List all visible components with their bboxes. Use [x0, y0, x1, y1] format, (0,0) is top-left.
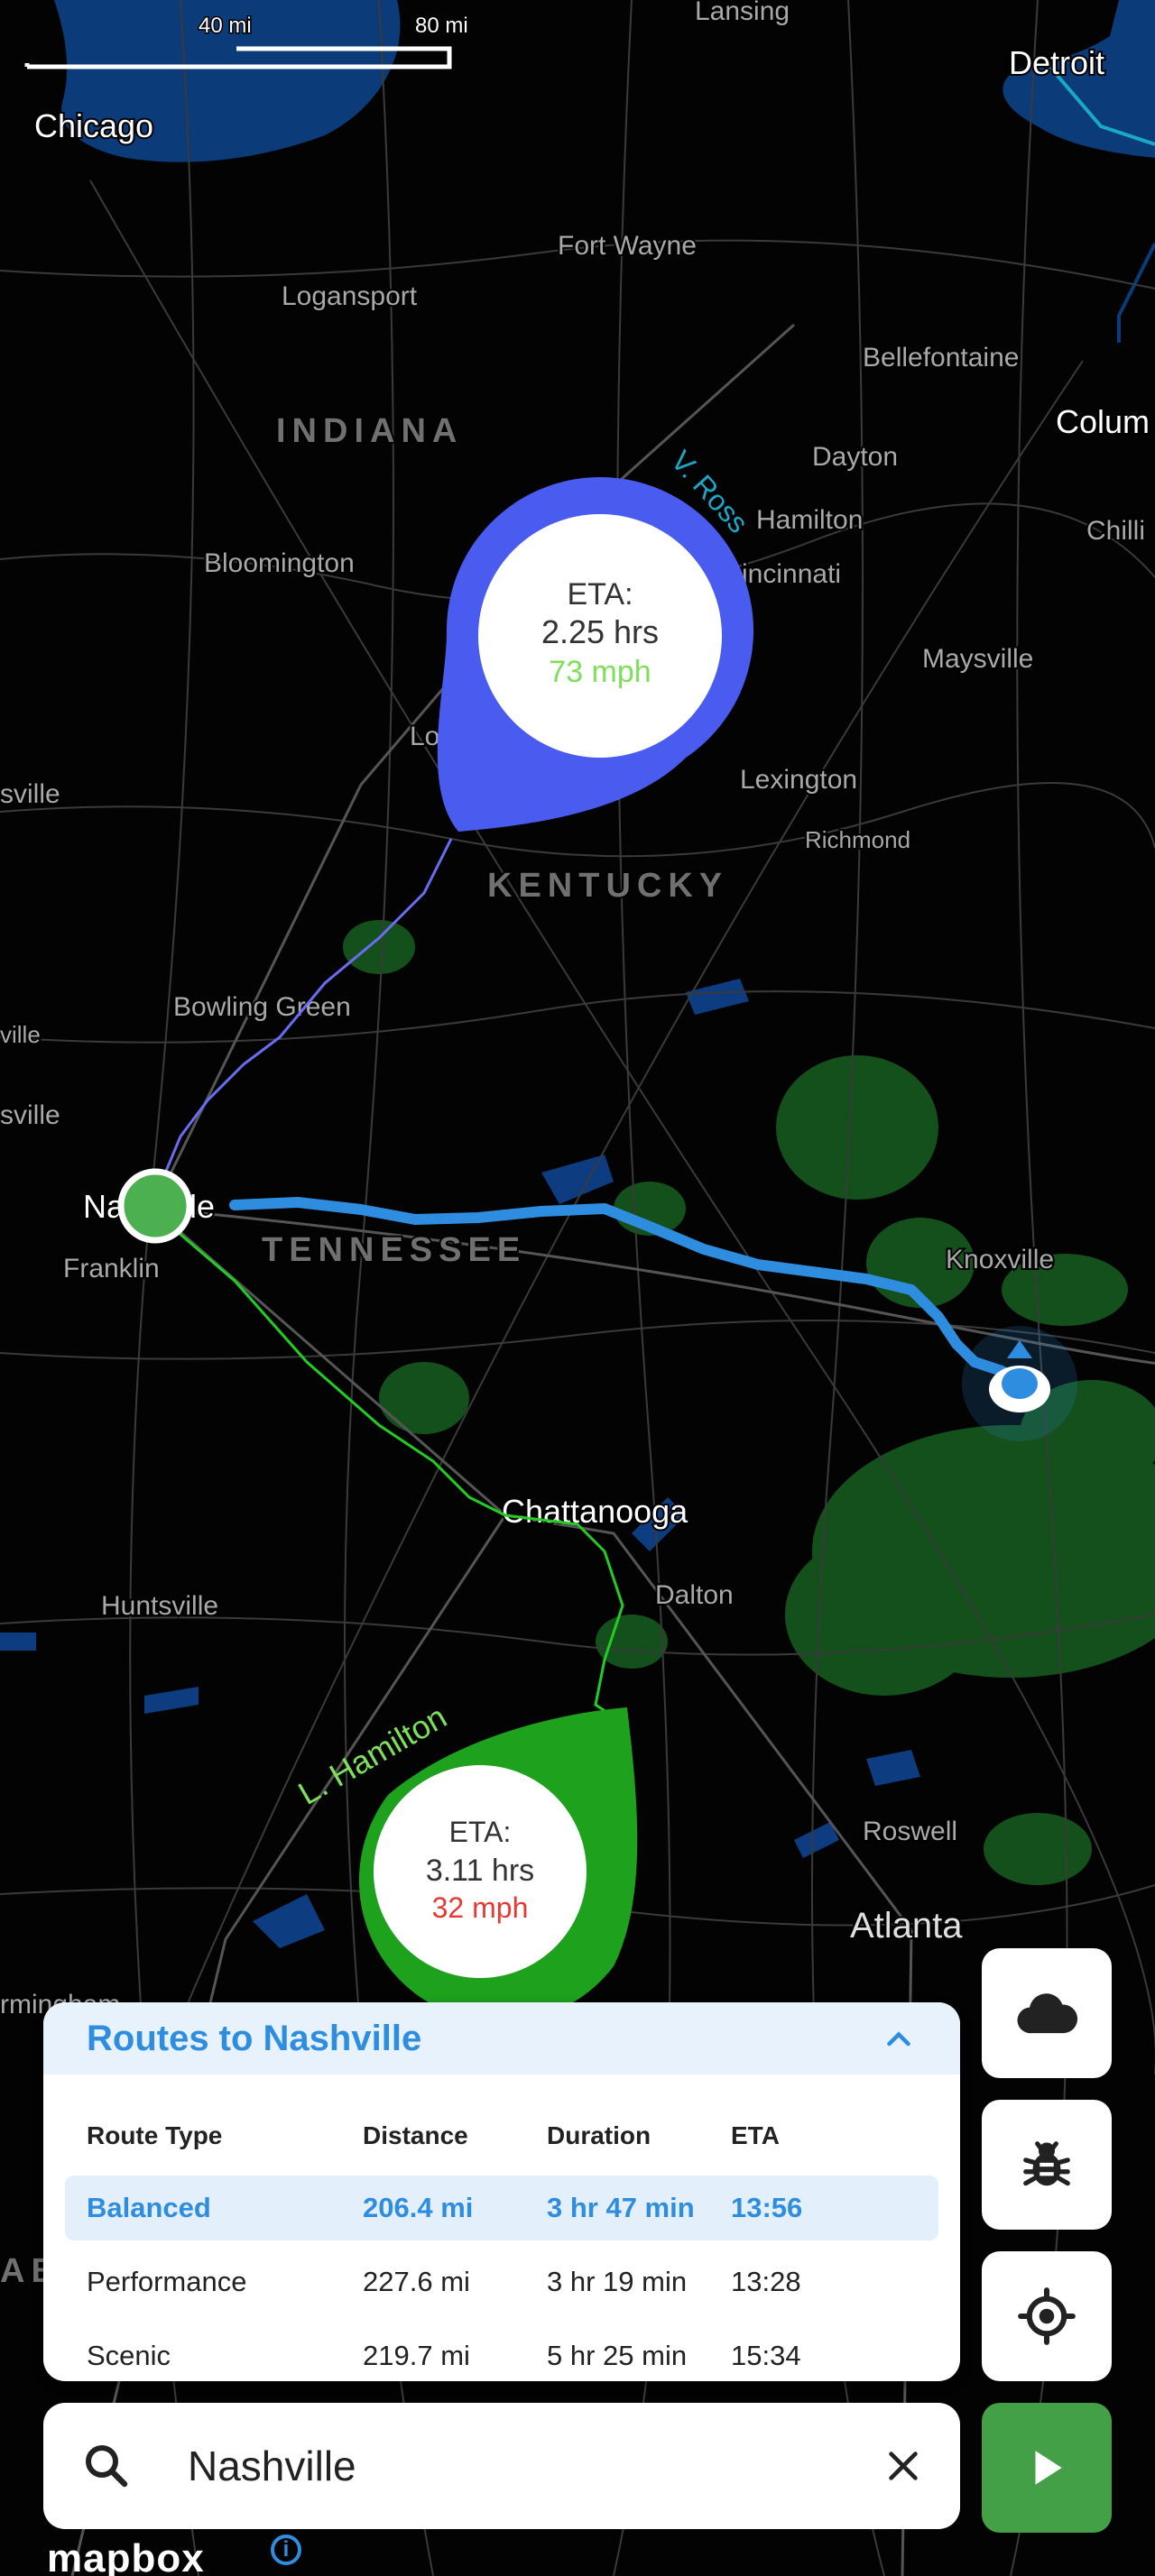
route-type: Performance [87, 2266, 247, 2297]
label-kentucky: KENTUCKY [487, 867, 728, 905]
label-indiana: INDIANA [276, 412, 463, 450]
route-type: Balanced [87, 2192, 211, 2223]
cloud-icon [1012, 1979, 1081, 2047]
route-line-green[interactable] [171, 1225, 624, 1725]
blue-speed-value: 73 mph [549, 655, 651, 689]
start-navigation-button[interactable] [982, 2403, 1112, 2533]
label-logansport: Logansport [282, 281, 418, 311]
scale-label-80: 80 mi [415, 14, 468, 38]
blue-eta-value: 2.25 hrs [541, 613, 659, 650]
label-bloomington: Bloomington [204, 548, 355, 578]
label-atlanta: Atlanta [850, 1906, 963, 1946]
route-eta: 13:56 [731, 2192, 803, 2223]
bug-icon [1019, 2137, 1075, 2193]
green-eta-label: ETA: [449, 1816, 512, 1848]
map-app: 40 mi 80 mi Lansing Detroit Chicago Fort… [0, 0, 1155, 2576]
label-richmond: Richmond [805, 826, 910, 853]
route-eta: 13:28 [731, 2266, 801, 2297]
label-huntsville: Huntsville [101, 1591, 218, 1621]
weather-button[interactable] [982, 1948, 1112, 2078]
route-row-balanced[interactable]: Balanced 206.4 mi 3 hr 47 min 13:56 [65, 2176, 938, 2240]
play-icon [1024, 2445, 1069, 2490]
label-bowling-green: Bowling Green [173, 992, 351, 1022]
ohio-river [1117, 243, 1155, 343]
label-chilli: Chilli [1086, 516, 1145, 546]
blue-eta-label: ETA: [567, 577, 633, 612]
label-maysville: Maysville [922, 644, 1033, 674]
label-cincinnati: incinnati [742, 559, 841, 589]
mapbox-logo: mapbox [47, 2536, 205, 2576]
label-roswell: Roswell [863, 1817, 957, 1846]
route-duration: 3 hr 47 min [547, 2192, 695, 2223]
scale-label-40: 40 mi [199, 14, 252, 38]
label-bellefontaine: Bellefontaine [863, 343, 1019, 373]
label-dayton: Dayton [812, 442, 898, 472]
info-icon[interactable]: i [271, 2535, 301, 2565]
routes-panel: Routes to Nashville Route Type Distance … [43, 2002, 960, 2381]
debug-button[interactable] [982, 2100, 1112, 2230]
label-columbus: Colum [1056, 403, 1150, 440]
route-distance: 219.7 mi [363, 2340, 470, 2371]
routes-panel-header[interactable]: Routes to Nashville [43, 2002, 960, 2075]
search-icon [79, 2439, 134, 2493]
crosshair-icon [1017, 2286, 1076, 2346]
label-chattanooga: Chattanooga [502, 1493, 688, 1530]
routes-table-header: Route Type Distance Duration ETA [65, 2075, 938, 2176]
current-location-puck [962, 1326, 1077, 1441]
chevron-up-icon[interactable] [881, 2020, 917, 2056]
route-row-performance[interactable]: Performance 227.6 mi 3 hr 19 min 13:28 [65, 2240, 938, 2323]
label-chicago: Chicago [34, 107, 153, 144]
green-speed-value: 32 mph [432, 1891, 529, 1924]
header-duration: Duration [547, 2121, 651, 2149]
header-eta: ETA [731, 2121, 780, 2149]
label-franklin: Franklin [63, 1254, 160, 1283]
routes-table: Route Type Distance Duration ETA Balance… [65, 2075, 938, 2381]
route-duration: 5 hr 25 min [547, 2340, 688, 2371]
label-edge-sville-2: sville [0, 1100, 60, 1130]
route-duration: 3 hr 19 min [547, 2266, 688, 2297]
header-route-type: Route Type [87, 2121, 223, 2149]
label-dalton: Dalton [655, 1580, 734, 1610]
label-edge-ville: ville [0, 1021, 41, 1048]
label-knoxville: Knoxville [946, 1245, 1054, 1274]
close-icon[interactable] [882, 2445, 924, 2487]
green-eta-value: 3.11 hrs [426, 1854, 534, 1888]
route-type: Scenic [87, 2340, 171, 2371]
route-eta: 15:34 [731, 2340, 801, 2371]
label-detroit: Detroit [1009, 44, 1104, 81]
label-hamilton: Hamilton [756, 505, 863, 535]
search-input[interactable]: Nashville [188, 2442, 882, 2490]
label-lansing: Lansing [695, 0, 790, 26]
label-fort-wayne: Fort Wayne [558, 231, 697, 261]
route-distance: 227.6 mi [363, 2266, 470, 2297]
route-distance: 206.4 mi [363, 2192, 474, 2223]
search-bar[interactable]: Nashville [43, 2403, 960, 2529]
routes-panel-title: Routes to Nashville [87, 2018, 422, 2058]
label-lexington: Lexington [740, 765, 857, 795]
header-distance: Distance [363, 2121, 468, 2149]
destination-marker[interactable] [117, 1168, 193, 1244]
label-tennessee: TENNESSEE [262, 1231, 526, 1269]
eta-callout-blue[interactable]: ETA: 2.25 hrs 73 mph [437, 477, 753, 832]
label-edge-sville: sville [0, 779, 60, 809]
route-row-scenic[interactable]: Scenic 219.7 mi 5 hr 25 min 15:34 [65, 2323, 938, 2381]
recenter-button[interactable] [982, 2251, 1112, 2381]
